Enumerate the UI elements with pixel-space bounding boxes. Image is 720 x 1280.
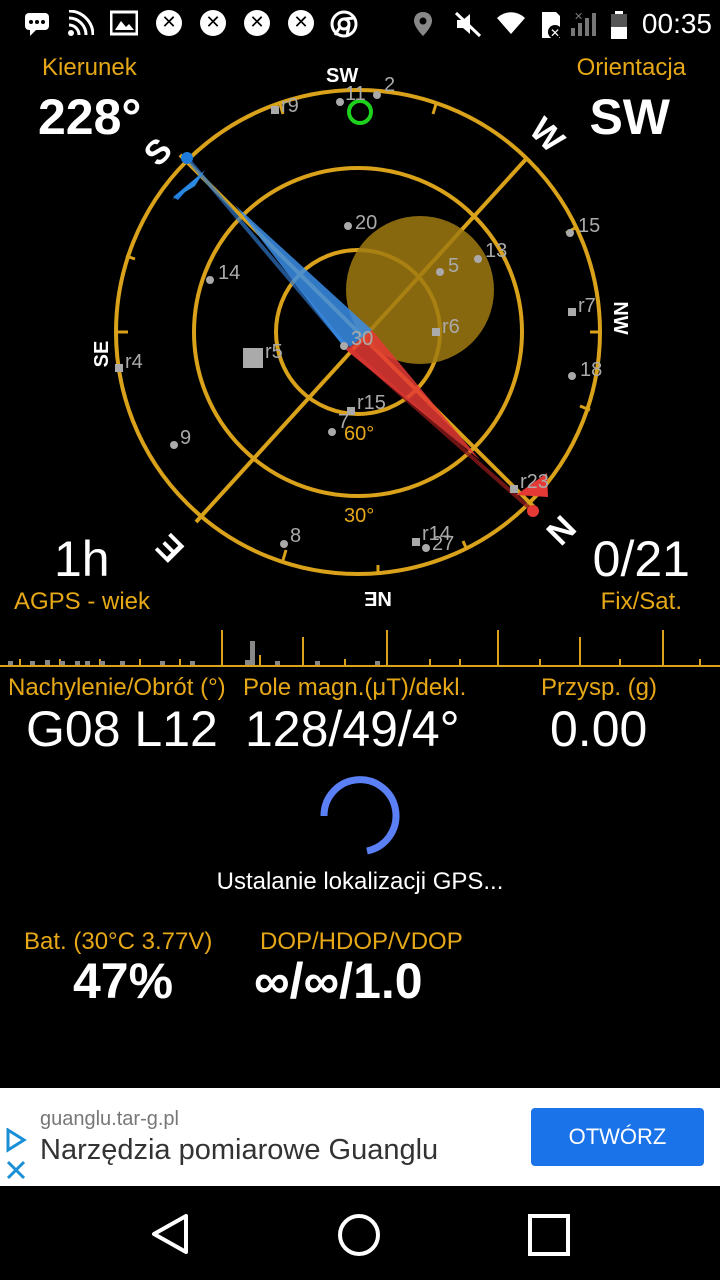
cast-icon bbox=[66, 9, 95, 36]
satellite-dot bbox=[336, 98, 344, 106]
ad-domain[interactable]: guanglu.tar-g.pl bbox=[40, 1108, 179, 1131]
direction-ne: NE bbox=[364, 587, 392, 609]
image-icon bbox=[109, 10, 139, 36]
accel-value: 0.00 bbox=[550, 701, 648, 757]
status-bar: ✕ ✕ ✕ ✕ ✕ ✕ 00:35 bbox=[0, 0, 720, 50]
status-time: 00:35 bbox=[641, 8, 712, 39]
recents-icon[interactable] bbox=[526, 1212, 572, 1258]
agps-age-value: 1h bbox=[54, 531, 110, 587]
svg-text:✕: ✕ bbox=[550, 26, 560, 40]
direction-s: S bbox=[137, 131, 180, 174]
fix-sat-value: 0/21 bbox=[592, 531, 690, 587]
direction-se: SE bbox=[91, 341, 113, 368]
ring-label-inner: 60° bbox=[344, 423, 374, 445]
signal-strength-bar bbox=[0, 630, 720, 667]
satellite-dot bbox=[328, 428, 336, 436]
agps-age-label: AGPS - wiek bbox=[14, 588, 151, 615]
satellite-label: 5 bbox=[448, 255, 459, 277]
satellite-dot bbox=[243, 348, 263, 368]
direction-w: W bbox=[522, 110, 572, 160]
satellite-dot bbox=[566, 229, 574, 237]
satellite-dot bbox=[422, 544, 430, 552]
loading-spinner bbox=[320, 776, 400, 855]
satellite-label: r5 bbox=[265, 341, 283, 363]
satellite-label: 8 bbox=[290, 525, 301, 547]
tilt-label: Nachylenie/Obrót (°) bbox=[8, 674, 226, 701]
satellite-label: r9 bbox=[281, 95, 299, 117]
satellite-label: 14 bbox=[218, 262, 240, 284]
svg-text:✕: ✕ bbox=[574, 10, 583, 23]
home-icon[interactable] bbox=[336, 1212, 382, 1258]
satellite-label: 18 bbox=[580, 359, 602, 381]
tilt-value: G08 L12 bbox=[26, 701, 218, 757]
satellite-label: 13 bbox=[485, 240, 507, 262]
close-circle-icon: ✕ bbox=[244, 10, 270, 36]
sd-card-icon: ✕ bbox=[538, 10, 564, 40]
satellite-label: 27 bbox=[432, 533, 454, 555]
satellite-label: 20 bbox=[355, 212, 377, 234]
battery-value: 47% bbox=[73, 953, 174, 1009]
direction-nw: NW bbox=[609, 301, 631, 334]
ad-open-button[interactable]: OTWÓRZ bbox=[531, 1108, 704, 1166]
satellite-dot bbox=[568, 308, 576, 316]
satellite-label: r4 bbox=[125, 351, 143, 373]
direction-n: N bbox=[539, 508, 583, 552]
satellite-dot bbox=[412, 538, 420, 546]
satellite-label: r6 bbox=[442, 316, 460, 338]
satellite-label: r23 bbox=[520, 471, 549, 493]
satellite-dot bbox=[373, 91, 381, 99]
direction-e: E bbox=[149, 526, 192, 569]
satellite-dot bbox=[568, 372, 576, 380]
satellite-dot bbox=[510, 485, 518, 493]
satellite-dot bbox=[436, 268, 444, 276]
close-circle-icon: ✕ bbox=[288, 10, 314, 36]
wifi-icon bbox=[496, 10, 525, 36]
satellite-label: r15 bbox=[357, 392, 386, 414]
mute-icon bbox=[454, 10, 482, 38]
satellite-label: 2 bbox=[384, 74, 395, 96]
signal-icon: ✕ bbox=[570, 10, 596, 36]
ad-choices-icon[interactable] bbox=[4, 1128, 28, 1188]
magnetic-value: 128/49/4° bbox=[245, 701, 460, 757]
satellite-label: 15 bbox=[578, 215, 600, 237]
accel-label: Przysp. (g) bbox=[541, 674, 658, 701]
dop-value: ∞/∞/1.0 bbox=[254, 953, 423, 1009]
ad-title[interactable]: Narzędzia pomiarowe Guanglu bbox=[40, 1134, 502, 1167]
satellite-dot bbox=[474, 255, 482, 263]
battery-icon bbox=[610, 10, 636, 39]
satellite-dot bbox=[432, 328, 440, 336]
satellite-dot bbox=[115, 364, 123, 372]
fix-sat-label: Fix/Sat. bbox=[600, 588, 682, 615]
satellite-dot bbox=[206, 276, 214, 284]
gps-status-text: Ustalanie lokalizacji GPS... bbox=[216, 868, 504, 895]
direction-top: SW bbox=[326, 65, 358, 87]
satellite-label: 9 bbox=[180, 427, 191, 449]
close-circle-icon: ✕ bbox=[200, 10, 226, 36]
magnetic-label: Pole magn.(μT)/dekl. bbox=[243, 674, 467, 701]
location-icon bbox=[412, 10, 438, 36]
satellite-label: 30 bbox=[351, 328, 373, 350]
message-icon bbox=[24, 10, 50, 36]
satellite-dot bbox=[170, 441, 178, 449]
navigation-bar bbox=[0, 1188, 720, 1280]
close-circle-icon: ✕ bbox=[156, 10, 182, 36]
satellite-dot bbox=[271, 106, 279, 114]
satellite-label: r7 bbox=[578, 295, 596, 317]
back-icon[interactable] bbox=[148, 1212, 192, 1256]
satellite-dot bbox=[340, 342, 348, 350]
chrome-icon bbox=[330, 10, 358, 38]
satellite-dot bbox=[344, 222, 352, 230]
satellite-dot bbox=[280, 540, 288, 548]
ad-banner[interactable]: guanglu.tar-g.pl Narzędzia pomiarowe Gua… bbox=[0, 1088, 720, 1186]
ring-label-outer: 30° bbox=[344, 505, 374, 527]
